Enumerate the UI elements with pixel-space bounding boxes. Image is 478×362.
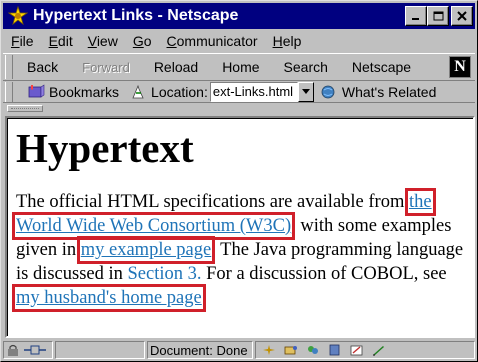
link-section-3[interactable]: Section 3.	[128, 264, 202, 284]
bookmarks-icon[interactable]	[27, 83, 45, 101]
page-content[interactable]: Hypertext The official HTML specificatio…	[5, 116, 475, 338]
maximize-button[interactable]	[427, 6, 449, 26]
link-example-page[interactable]: my example page	[76, 236, 216, 264]
collapsed-toolbar-tab[interactable]	[7, 105, 43, 112]
search-button[interactable]: Search	[284, 59, 328, 75]
close-button[interactable]	[451, 6, 473, 26]
paragraph-text: For a discussion of COBOL, see	[201, 264, 447, 284]
whats-related-button[interactable]: What's Related	[342, 84, 437, 100]
maximize-icon	[433, 11, 443, 21]
netscape-app-icon[interactable]	[7, 5, 29, 27]
toolbar-grip[interactable]	[5, 81, 13, 102]
location-label: Location:	[151, 83, 208, 100]
title-bar[interactable]: Hypertext Links - Netscape	[3, 3, 475, 29]
netscape-button[interactable]: Netscape	[352, 59, 411, 75]
paragraph-text: The official HTML specifications are ava…	[16, 192, 409, 212]
connection-icon	[24, 345, 46, 355]
progress-bar	[55, 341, 145, 359]
component-bar	[255, 341, 475, 359]
mail-icon[interactable]	[284, 344, 298, 356]
status-text: Document: Done	[147, 341, 253, 359]
url-dropdown-button[interactable]	[297, 81, 314, 102]
menu-help[interactable]: Help	[273, 33, 302, 49]
paragraph-text: .	[201, 288, 207, 308]
close-icon	[457, 11, 467, 21]
navigation-toolbar: Back Forward Reload Home Search Netscape…	[3, 53, 475, 81]
address-book-icon[interactable]	[328, 344, 342, 356]
home-button[interactable]: Home	[222, 59, 259, 75]
collapsed-toolbar-strip	[3, 104, 475, 114]
back-button[interactable]: Back	[27, 59, 58, 75]
page-heading: Hypertext	[16, 125, 194, 171]
composer-icon[interactable]	[350, 344, 364, 356]
body-paragraph: The official HTML specifications are ava…	[12, 188, 468, 312]
newsgroups-icon[interactable]	[306, 344, 320, 356]
navigator-icon[interactable]	[262, 344, 276, 356]
lock-icon	[8, 344, 18, 356]
reload-button[interactable]: Reload	[154, 59, 198, 75]
security-indicator[interactable]	[3, 341, 53, 359]
forward-button[interactable]: Forward	[82, 60, 130, 75]
netscape-logo[interactable]: N	[449, 56, 471, 78]
browser-window: Hypertext Links - Netscape File Edit Vie…	[0, 0, 478, 362]
pen-icon[interactable]	[372, 344, 386, 356]
location-toolbar: Bookmarks Location: ext-Links.html What'…	[3, 81, 475, 103]
status-bar: Document: Done	[3, 340, 475, 360]
whats-related-icon[interactable]	[320, 83, 338, 101]
menu-communicator[interactable]: Communicator	[167, 33, 258, 49]
menu-edit[interactable]: Edit	[49, 33, 73, 49]
menu-view[interactable]: View	[88, 33, 118, 49]
chevron-down-icon	[301, 89, 310, 94]
location-page-icon[interactable]	[129, 83, 147, 101]
menu-file[interactable]: File	[11, 33, 34, 49]
link-husband-home-page[interactable]: my husband's home page	[12, 284, 206, 312]
minimize-button[interactable]	[405, 6, 427, 26]
bookmarks-button[interactable]: Bookmarks	[49, 84, 119, 100]
url-input[interactable]: ext-Links.html	[209, 81, 298, 102]
window-title: Hypertext Links - Netscape	[33, 7, 239, 24]
menu-go[interactable]: Go	[133, 33, 152, 49]
menu-bar: File Edit View Go Communicator Help	[3, 31, 475, 51]
toolbar-grip[interactable]	[5, 55, 13, 79]
minimize-icon	[412, 18, 419, 20]
